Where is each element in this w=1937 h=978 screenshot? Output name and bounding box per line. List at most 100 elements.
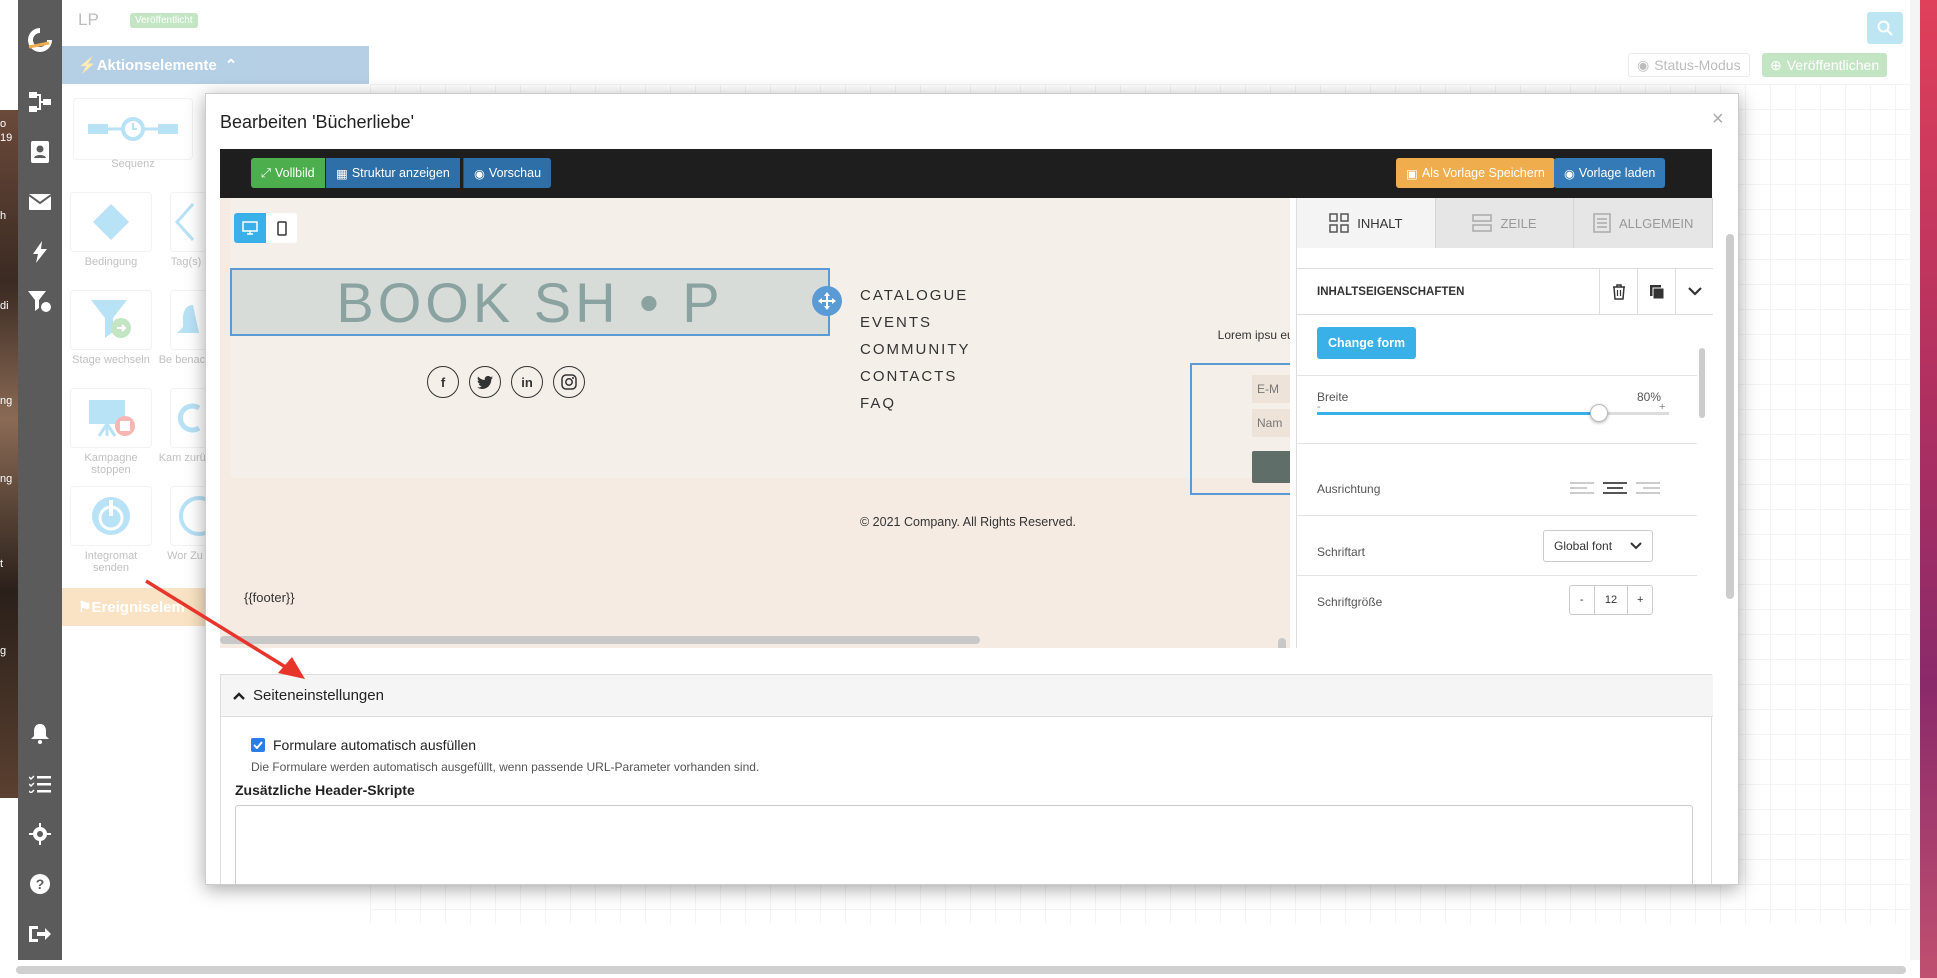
tab-general-label: ALLGEMEIN — [1618, 215, 1694, 231]
chevron-down-icon[interactable] — [1675, 269, 1713, 314]
bell-icon[interactable] — [18, 718, 62, 750]
document-icon — [1593, 213, 1611, 233]
menu-link-contacts[interactable]: CONTACTS — [860, 368, 957, 385]
modal-vertical-scrollbar[interactable] — [1726, 234, 1734, 599]
help-icon[interactable]: ? — [18, 868, 62, 900]
font-size-increment-button[interactable]: + — [1628, 586, 1652, 614]
tab-row-label: ZEILE — [1500, 215, 1537, 231]
header-scripts-textarea[interactable] — [235, 805, 1693, 884]
panel-tabs: INHALT ZEILE ALLGEMEIN — [1297, 198, 1714, 248]
fullscreen-label: Vollbild — [275, 166, 315, 180]
tab-row[interactable]: ZEILE — [1436, 198, 1575, 248]
photo-text-fragment: ng — [0, 473, 13, 485]
font-select[interactable]: Global font — [1543, 530, 1653, 562]
email-field[interactable]: E-M — [1252, 375, 1290, 403]
lightning-icon[interactable] — [18, 236, 62, 268]
font-size-input[interactable]: 12 — [1595, 586, 1629, 614]
chevron-down-icon — [1630, 542, 1642, 550]
autofill-label[interactable]: Formulare automatisch ausfüllen — [273, 737, 476, 753]
gear-icon[interactable] — [18, 818, 62, 850]
properties-panel: INHALT ZEILE ALLGEMEIN INHALTSEIGENSCHAF… — [1296, 198, 1714, 648]
header-scripts-label: Zusätzliche Header-Skripte — [235, 782, 415, 798]
show-structure-button[interactable]: ▦ Struktur anzeigen — [326, 158, 460, 188]
fullscreen-button[interactable]: ⤢ Vollbild — [251, 158, 325, 188]
trash-icon[interactable] — [1599, 269, 1637, 314]
close-icon[interactable]: × — [1712, 108, 1724, 131]
editor-canvas[interactable]: BOOK SH • P f in CATALOGUE EVENTS COMMUN… — [220, 198, 1290, 648]
photo-text-fragment: di — [0, 300, 9, 312]
width-slider[interactable] — [1317, 404, 1669, 422]
menu-link-events[interactable]: EVENTS — [860, 314, 932, 331]
divider — [1297, 515, 1697, 516]
copyright-text: © 2021 Company. All Rights Reserved. — [860, 515, 1077, 529]
content-properties-body: Change form Breite 80% - + Ausrichtung S… — [1297, 315, 1697, 633]
tab-content-label: INHALT — [1357, 215, 1403, 231]
desktop-background-edge — [1920, 0, 1937, 978]
page-horizontal-scrollbar[interactable] — [16, 966, 1906, 974]
instagram-icon[interactable] — [553, 366, 585, 398]
change-form-button[interactable]: Change form — [1317, 327, 1417, 359]
lorem-text: Lorem ipsu euis — [1217, 328, 1290, 342]
content-properties-title: INHALTSEIGENSCHAFTEN — [1317, 286, 1465, 298]
desktop-icon[interactable] — [234, 213, 266, 243]
panel-scrollbar[interactable] — [1699, 348, 1705, 418]
save-as-template-button[interactable]: ▣ Als Vorlage Speichern — [1396, 158, 1555, 188]
contacts-icon[interactable] — [18, 136, 62, 168]
footer-row[interactable] — [230, 198, 1290, 478]
page-settings-title: Seiteneinstellungen — [253, 687, 384, 704]
duplicate-icon[interactable] — [1637, 269, 1675, 314]
font-size-label: Schriftgröße — [1317, 595, 1383, 609]
device-toggle — [234, 213, 297, 243]
form-submit-button[interactable] — [1252, 451, 1290, 483]
align-center-icon[interactable] — [1603, 482, 1627, 496]
photo-text-fragment: h — [0, 210, 7, 222]
photo-text-fragment: g — [0, 645, 7, 657]
show-structure-label: Struktur anzeigen — [351, 166, 450, 180]
modal-title: Bearbeiten 'Bücherliebe' — [220, 112, 415, 132]
menu-link-faq[interactable]: FAQ — [860, 395, 896, 412]
width-value: 80% — [1637, 390, 1662, 404]
twitter-icon[interactable] — [469, 366, 501, 398]
page-settings-section: Seiteneinstellungen Formulare automatisc… — [220, 674, 1713, 884]
tab-content[interactable]: INHALT — [1297, 198, 1436, 248]
expand-icon: ⤢ — [261, 165, 272, 180]
filter-icon[interactable] — [18, 286, 62, 318]
photo-text-fragment: o — [0, 118, 7, 130]
tab-general[interactable]: ALLGEMEIN — [1574, 198, 1714, 248]
signup-form-block[interactable]: E-M Nam — [1190, 363, 1290, 495]
photo-text-fragment: t — [0, 558, 4, 570]
eye-icon: ◉ — [1564, 166, 1575, 181]
logo-icon[interactable] — [18, 24, 62, 56]
divider — [1297, 375, 1697, 376]
menu-link-catalogue[interactable]: CATALOGUE — [860, 287, 968, 304]
align-left-icon[interactable] — [1570, 482, 1594, 496]
load-template-button[interactable]: ◉ Vorlage laden — [1554, 158, 1666, 188]
page-vertical-scrollbar[interactable] — [1910, 0, 1920, 960]
flow-icon[interactable] — [18, 86, 62, 118]
autofill-row: Formulare automatisch ausfüllen — [251, 737, 476, 753]
preview-button[interactable]: ◉ Vorschau — [463, 158, 552, 188]
logo-block[interactable]: BOOK SH • P — [230, 268, 830, 336]
linkedin-icon[interactable]: in — [511, 366, 543, 398]
checklist-icon[interactable] — [18, 768, 62, 800]
align-right-icon[interactable] — [1636, 482, 1660, 496]
font-label: Schriftart — [1317, 545, 1366, 559]
page-settings-header[interactable]: Seiteneinstellungen — [221, 675, 1713, 717]
menu-link-community[interactable]: COMMUNITY — [860, 341, 971, 358]
mail-icon[interactable] — [18, 186, 62, 218]
canvas-vertical-scrollbar[interactable] — [1278, 638, 1286, 648]
eye-icon: ◉ — [474, 166, 485, 181]
mobile-icon[interactable] — [266, 213, 297, 243]
canvas-horizontal-scrollbar[interactable] — [220, 636, 980, 644]
annotation-arrow-icon — [145, 579, 305, 679]
save-as-template-label: Als Vorlage Speichern — [1421, 166, 1545, 180]
font-size-decrement-button[interactable]: - — [1570, 586, 1595, 614]
facebook-icon[interactable]: f — [427, 366, 459, 398]
move-handle-icon[interactable] — [812, 286, 842, 316]
name-field[interactable]: Nam — [1252, 409, 1290, 437]
width-slider-handle[interactable] — [1589, 404, 1608, 422]
logout-icon[interactable] — [18, 918, 62, 950]
autofill-checkbox[interactable] — [251, 738, 265, 752]
main-sidebar: ? — [18, 0, 62, 960]
background-photo-strip: o 19 h di ng ng t g — [0, 110, 18, 798]
